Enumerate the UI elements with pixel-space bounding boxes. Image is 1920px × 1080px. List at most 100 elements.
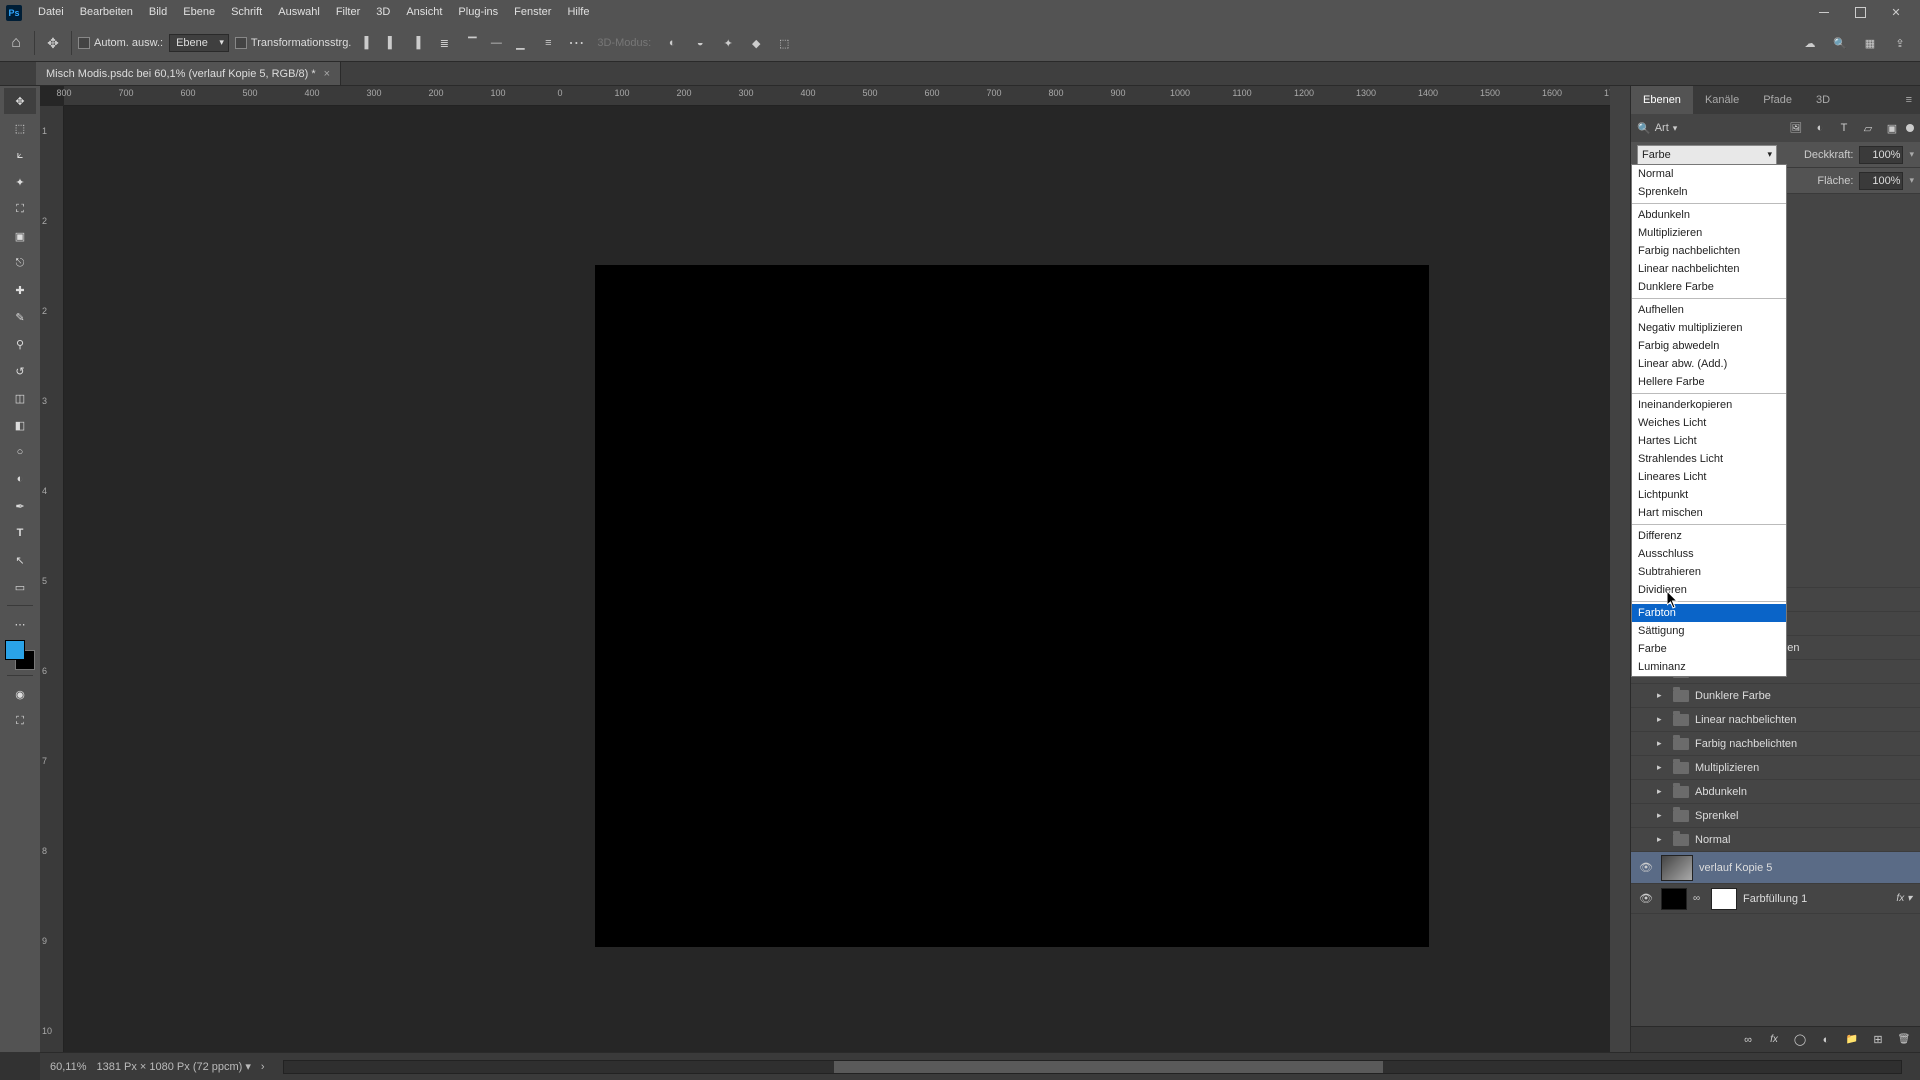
disclosure-icon[interactable]: ▸: [1657, 834, 1667, 845]
blend-mode-option[interactable]: Weiches Licht: [1632, 414, 1786, 432]
eraser-tool[interactable]: [4, 385, 36, 411]
tab-layers[interactable]: Ebenen: [1631, 86, 1693, 114]
blend-mode-option[interactable]: Hart mischen: [1632, 504, 1786, 522]
delete-layer-button[interactable]: [1896, 1032, 1912, 1048]
layer-style-button[interactable]: [1766, 1032, 1782, 1048]
blend-mode-option[interactable]: Farbig abwedeln: [1632, 337, 1786, 355]
panel-menu-button[interactable]: ≡: [1898, 94, 1920, 106]
doc-info-dropdown[interactable]: 1381 Px × 1080 Px (72 ppcm): [97, 1060, 251, 1073]
layer-name[interactable]: Dunklere Farbe: [1695, 690, 1771, 702]
gradient-tool[interactable]: [4, 412, 36, 438]
filter-shape-button[interactable]: [1858, 118, 1878, 138]
new-group-button[interactable]: [1844, 1032, 1860, 1048]
align-more-button[interactable]: [565, 32, 587, 54]
disclosure-icon[interactable]: ▸: [1657, 810, 1667, 821]
layer-name[interactable]: Multiplizieren: [1695, 762, 1759, 774]
document-canvas[interactable]: [596, 266, 1428, 946]
blend-mode-option[interactable]: Linear abw. (Add.): [1632, 355, 1786, 373]
blend-mode-dropdown[interactable]: Farbe: [1637, 145, 1777, 165]
eyedropper-tool[interactable]: [4, 250, 36, 276]
vertical-ruler[interactable]: 122345678910: [40, 106, 64, 1052]
cloud-docs-button[interactable]: [1800, 33, 1820, 53]
workspace-button[interactable]: [1860, 33, 1880, 53]
blend-mode-option[interactable]: Ineinanderkopieren: [1632, 396, 1786, 414]
layer-group-row[interactable]: ▸ Dunklere Farbe: [1631, 684, 1920, 708]
align-middle-button[interactable]: [485, 32, 507, 54]
frame-tool[interactable]: [4, 223, 36, 249]
opacity-field[interactable]: 100%: [1859, 146, 1903, 164]
tab-channels[interactable]: Kanäle: [1693, 86, 1751, 114]
home-button[interactable]: [4, 31, 28, 55]
fx-indicator[interactable]: fx ▾: [1896, 893, 1920, 904]
align-top-button[interactable]: [461, 32, 483, 54]
path-selection-tool[interactable]: [4, 547, 36, 573]
blend-mode-option[interactable]: Sättigung: [1632, 622, 1786, 640]
crop-tool[interactable]: [4, 196, 36, 222]
rectangular-marquee-tool[interactable]: [4, 115, 36, 141]
window-close-button[interactable]: [1878, 1, 1914, 25]
blur-tool[interactable]: [4, 439, 36, 465]
fill-thumbnail[interactable]: [1661, 888, 1687, 910]
menu-window[interactable]: Fenster: [506, 0, 559, 25]
window-maximize-button[interactable]: [1842, 1, 1878, 25]
blend-mode-option[interactable]: Negativ multiplizieren: [1632, 319, 1786, 337]
blend-mode-option[interactable]: Multiplizieren: [1632, 224, 1786, 242]
blend-mode-option[interactable]: Farbe: [1632, 640, 1786, 658]
layer-name[interactable]: Sprenkel: [1695, 810, 1738, 822]
move-tool[interactable]: [4, 88, 36, 114]
blend-mode-option[interactable]: Hartes Licht: [1632, 432, 1786, 450]
menu-file[interactable]: Datei: [30, 0, 72, 25]
blend-mode-option[interactable]: Lichtpunkt: [1632, 486, 1786, 504]
layer-group-row[interactable]: ▸ Abdunkeln: [1631, 780, 1920, 804]
menu-filter[interactable]: Filter: [328, 0, 368, 25]
tab-3d[interactable]: 3D: [1804, 86, 1842, 114]
layer-filter-dropdown[interactable]: Art ▾: [1637, 122, 1708, 135]
menu-edit[interactable]: Bearbeiten: [72, 0, 141, 25]
menu-3d[interactable]: 3D: [368, 0, 398, 25]
collapsed-panel-dock[interactable]: [1610, 86, 1630, 1052]
layer-row[interactable]: 👁∞Farbfüllung 1fx ▾: [1631, 884, 1920, 914]
layer-name[interactable]: Farbfüllung 1: [1743, 893, 1807, 905]
blend-mode-option[interactable]: Luminanz: [1632, 658, 1786, 676]
layer-name[interactable]: Abdunkeln: [1695, 786, 1747, 798]
menu-help[interactable]: Hilfe: [559, 0, 597, 25]
auto-select-target-dropdown[interactable]: Ebene: [169, 34, 229, 52]
menu-select[interactable]: Auswahl: [270, 0, 328, 25]
filter-adjust-button[interactable]: [1810, 118, 1830, 138]
layer-row-selected[interactable]: 👁 verlauf Kopie 5: [1631, 852, 1920, 884]
search-button[interactable]: [1830, 33, 1850, 53]
disclosure-icon[interactable]: ▸: [1657, 738, 1667, 749]
canvas-viewport[interactable]: [64, 106, 1630, 1052]
layer-name[interactable]: Linear nachbelichten: [1695, 714, 1797, 726]
blend-mode-option[interactable]: Lineares Licht: [1632, 468, 1786, 486]
align-bottom-button[interactable]: [509, 32, 531, 54]
distribute-horizontal-button[interactable]: [433, 32, 455, 54]
filter-type-button[interactable]: [1834, 118, 1854, 138]
align-right-button[interactable]: [405, 32, 427, 54]
new-adjustment-button[interactable]: [1818, 1032, 1834, 1048]
layer-name[interactable]: Normal: [1695, 834, 1730, 846]
spot-healing-tool[interactable]: [4, 277, 36, 303]
disclosure-icon[interactable]: ▸: [1657, 786, 1667, 797]
type-tool[interactable]: [4, 520, 36, 546]
menu-view[interactable]: Ansicht: [398, 0, 450, 25]
document-tab[interactable]: Misch Modis.psdc bei 60,1% (verlauf Kopi…: [36, 62, 341, 85]
blend-mode-option[interactable]: Linear nachbelichten: [1632, 260, 1786, 278]
brush-tool[interactable]: [4, 304, 36, 330]
blend-mode-option[interactable]: Dividieren: [1632, 581, 1786, 599]
disclosure-icon[interactable]: ▸: [1657, 690, 1667, 701]
align-left-button[interactable]: [357, 32, 379, 54]
menu-image[interactable]: Bild: [141, 0, 175, 25]
filter-toggle[interactable]: [1906, 124, 1914, 132]
align-center-button[interactable]: [381, 32, 403, 54]
layer-group-row[interactable]: ▸Farbig nachbelichten: [1631, 732, 1920, 756]
blend-mode-option[interactable]: Ausschluss: [1632, 545, 1786, 563]
visibility-toggle[interactable]: 👁: [1637, 861, 1655, 874]
layer-name[interactable]: verlauf Kopie 5: [1699, 862, 1772, 874]
3d-slide-button[interactable]: [745, 32, 767, 54]
fill-field[interactable]: 100%: [1859, 172, 1903, 190]
menu-plugins[interactable]: Plug-ins: [450, 0, 506, 25]
pen-tool[interactable]: [4, 493, 36, 519]
lasso-tool[interactable]: [4, 142, 36, 168]
horizontal-ruler[interactable]: 8007006005004003002001000100200300400500…: [64, 86, 1630, 106]
